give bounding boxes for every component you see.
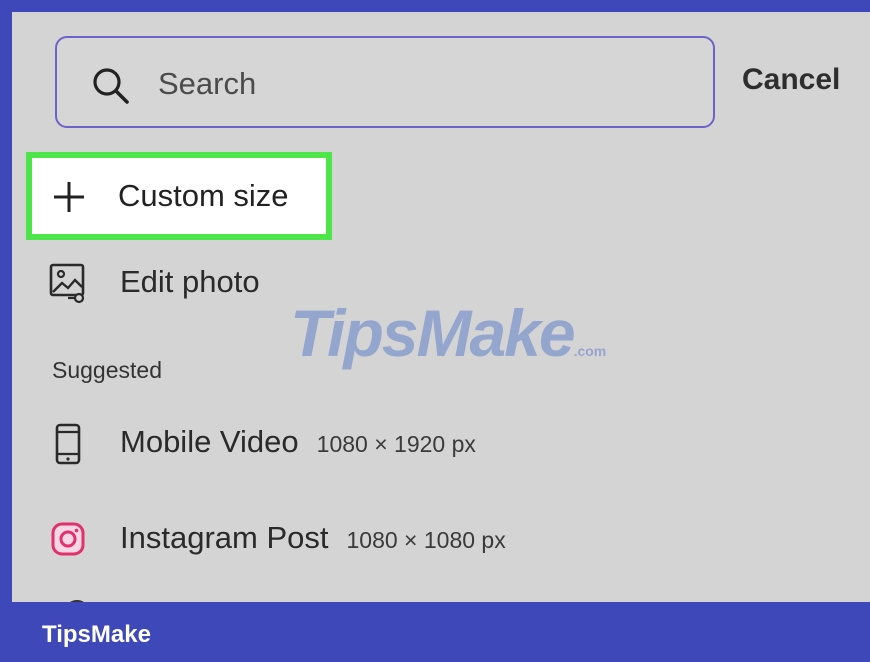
search-icon [93,68,129,104]
create-design-panel: Search Cancel Custom size Edit photo Tip… [12,12,870,602]
custom-size-button[interactable]: Custom size [26,152,332,240]
search-input[interactable]: Search [55,36,715,128]
mobile-video-name: Mobile Video [120,424,299,459]
cancel-button[interactable]: Cancel [742,60,840,100]
image-edit-icon [49,263,85,304]
list-item-instagram-post[interactable]: Instagram Post 1080 × 1080 px [48,514,608,564]
plus-icon [54,182,84,212]
instagram-post-dims: 1080 × 1080 px [346,527,506,553]
watermark-suffix: .com [573,343,607,359]
watermark-text: TipsMake [290,296,576,370]
footer-bar: TipsMake [0,602,870,662]
list-item-label: Mobile Video 1080 × 1920 px [120,422,476,464]
watermark: TipsMake.com [290,298,606,386]
search-placeholder: Search [158,66,257,101]
instagram-icon [51,522,85,556]
list-item-mobile-video[interactable]: Mobile Video 1080 × 1920 px [48,418,608,468]
footer-brand: TipsMake [42,621,151,648]
instagram-post-name: Instagram Post [120,520,329,555]
suggested-heading: Suggested [52,357,162,383]
screenshot-frame: Search Cancel Custom size Edit photo Tip… [0,0,870,662]
list-item-label: Instagram Post 1080 × 1080 px [120,518,506,560]
phone-icon [55,423,81,465]
edit-photo-label: Edit photo [120,264,260,299]
custom-size-label: Custom size [118,178,289,213]
mobile-video-dims: 1080 × 1920 px [316,431,476,457]
